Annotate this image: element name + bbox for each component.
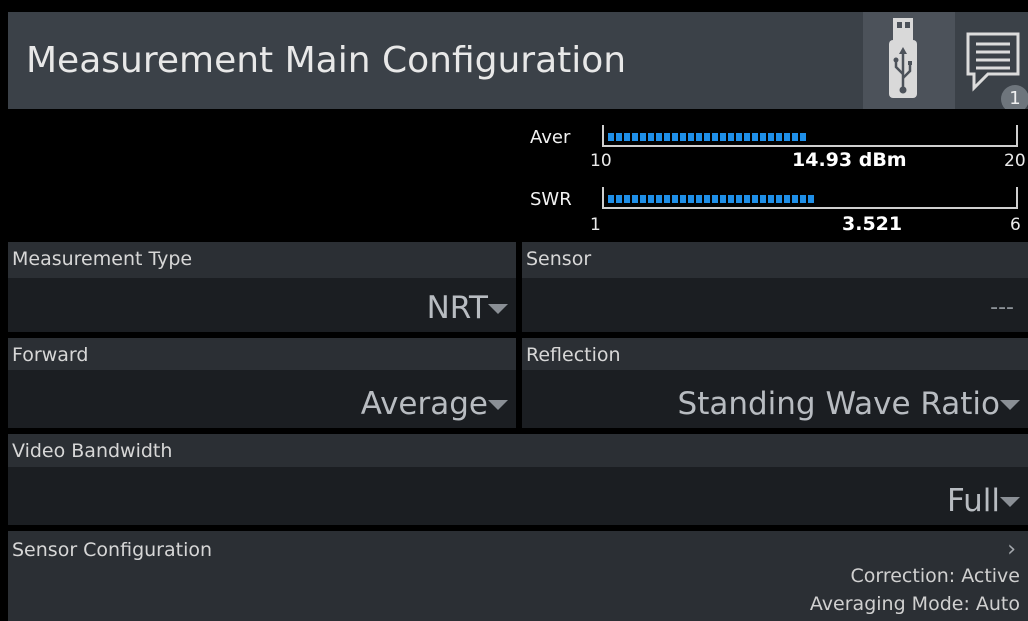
video-bandwidth-dropdown[interactable]: Full: [8, 467, 1028, 525]
aver-value: 14.93 dBm: [792, 149, 907, 171]
measurement-type-label: Measurement Type: [12, 248, 193, 270]
meter-display: Aver 10 14.93 dBm 20 SWR 1 3.521 6: [8, 109, 1028, 241]
sensor-configuration-label: Sensor Configuration: [12, 539, 213, 561]
swr-value: 3.521: [842, 213, 903, 235]
aver-bar-fill: [608, 133, 807, 141]
chevron-down-icon: [1000, 400, 1020, 410]
forward-panel: Forward Average: [8, 338, 516, 428]
video-bandwidth-label: Video Bandwidth: [12, 440, 173, 462]
averaging-mode-status: Averaging Mode: Auto: [809, 593, 1020, 615]
sensor-configuration-item[interactable]: Sensor Configuration › Correction: Activ…: [8, 531, 1028, 621]
sensor-field: ---: [522, 278, 1028, 332]
screen: Measurement Main Configuration 1 Aver 10…: [0, 0, 1028, 621]
measurement-type-dropdown[interactable]: NRT: [8, 278, 516, 332]
swr-max: 6: [1010, 215, 1021, 235]
aver-label: Aver: [530, 127, 571, 148]
usb-button[interactable]: [863, 12, 955, 109]
video-bandwidth-panel: Video Bandwidth Full: [8, 434, 1028, 525]
sensor-label: Sensor: [526, 248, 592, 270]
usb-icon: [889, 18, 917, 98]
reflection-panel: Reflection Standing Wave Ratio: [522, 338, 1028, 428]
reflection-value: Standing Wave Ratio: [677, 386, 1000, 422]
sensor-value: ---: [990, 295, 1014, 320]
chevron-right-icon: ›: [1007, 537, 1016, 562]
title-bar: Measurement Main Configuration 1: [8, 12, 1028, 113]
swr-bar: [602, 187, 1018, 209]
forward-dropdown[interactable]: Average: [8, 370, 516, 428]
swr-bar-fill: [608, 195, 815, 203]
forward-value: Average: [360, 386, 488, 422]
aver-max: 20: [1004, 151, 1026, 171]
page-title: Measurement Main Configuration: [26, 40, 627, 81]
chevron-down-icon: [488, 304, 508, 314]
chevron-down-icon: [488, 400, 508, 410]
reflection-dropdown[interactable]: Standing Wave Ratio: [522, 370, 1028, 428]
aver-bar: [602, 125, 1018, 147]
measurement-type-panel: Measurement Type NRT: [8, 242, 516, 332]
sensor-panel: Sensor ---: [522, 242, 1028, 332]
swr-min: 1: [590, 215, 601, 235]
correction-status: Correction: Active: [850, 565, 1020, 587]
swr-label: SWR: [530, 189, 572, 210]
chevron-down-icon: [1000, 497, 1020, 507]
reflection-label: Reflection: [526, 344, 621, 366]
forward-label: Forward: [12, 344, 89, 366]
measurement-type-value: NRT: [426, 290, 488, 326]
video-bandwidth-value: Full: [946, 483, 1000, 519]
aver-min: 10: [590, 151, 612, 171]
